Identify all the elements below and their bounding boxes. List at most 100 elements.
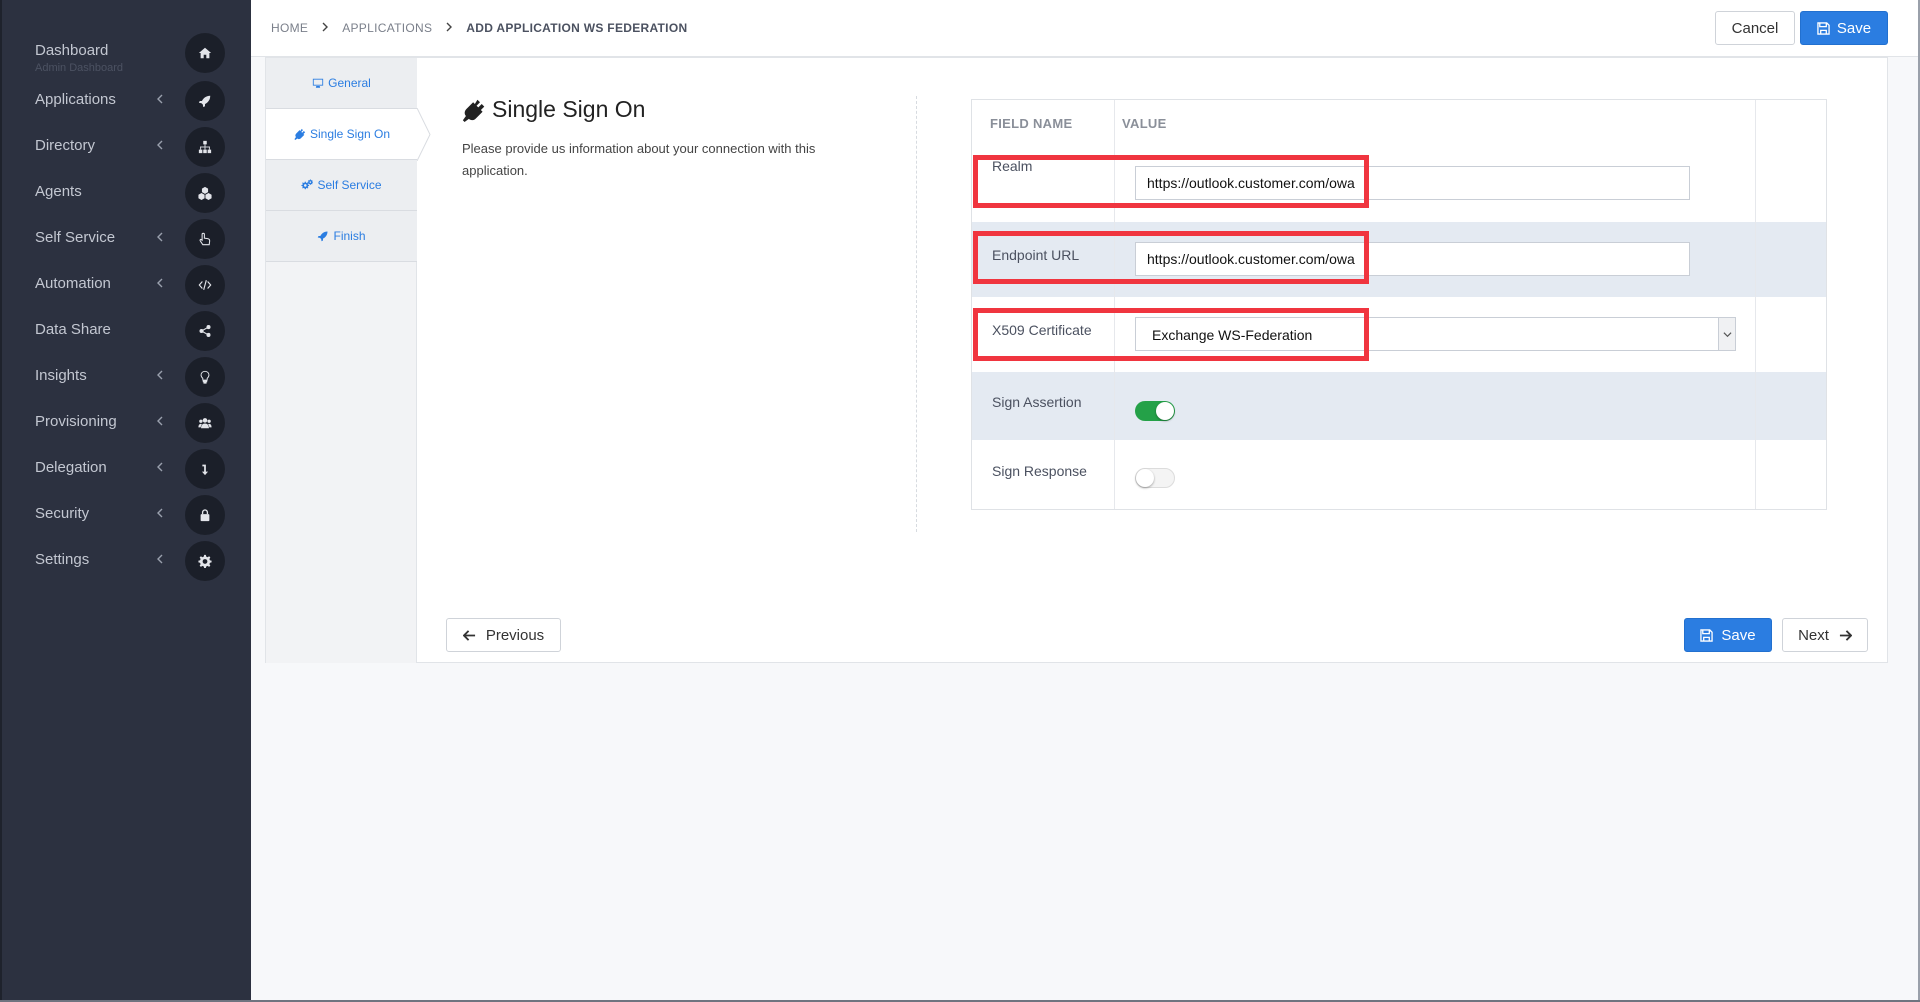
sidebar-item-settings[interactable]: Settings — [2, 539, 253, 585]
sidebar-item-label: Automation — [35, 275, 111, 292]
sidebar-item-automation[interactable]: Automation — [2, 263, 253, 309]
active-step-pointer — [417, 108, 431, 161]
sidebar-item-label: Settings — [35, 551, 90, 568]
breadcrumb-current: ADD APPLICATION WS FEDERATION — [466, 21, 688, 35]
plug-icon — [294, 128, 310, 140]
chevron-right-icon — [446, 21, 453, 35]
highlight-box-endpoint — [973, 231, 1369, 284]
sidebar-item-label: Agents — [35, 183, 82, 200]
column-divider — [1755, 100, 1756, 509]
sidebar-item-self-service[interactable]: Self Service — [2, 217, 253, 263]
highlight-box-realm — [973, 155, 1369, 208]
sitemap-icon — [185, 127, 225, 167]
cancel-button-label: Cancel — [1731, 19, 1779, 37]
sidebar-item-label: Security — [35, 505, 90, 522]
toggle-knob — [1136, 469, 1154, 487]
sign-assertion-toggle[interactable] — [1135, 401, 1175, 421]
breadcrumb-applications[interactable]: APPLICATIONS — [342, 21, 432, 35]
previous-button-label: Previous — [485, 626, 545, 644]
rocket-icon — [185, 81, 225, 121]
sidebar-item-security[interactable]: Security — [2, 493, 253, 539]
chevron-right-icon — [322, 21, 329, 35]
chevron-left-icon — [156, 276, 164, 290]
chevron-down-icon[interactable] — [1718, 318, 1735, 350]
breadcrumb-home[interactable]: HOME — [271, 21, 308, 35]
arrow-left-icon — [462, 629, 476, 642]
chevron-left-icon — [156, 506, 164, 520]
cubes-icon — [185, 173, 225, 213]
toggle-knob — [1156, 402, 1174, 420]
breadcrumb: HOME APPLICATIONS ADD APPLICATION WS FED… — [271, 21, 687, 35]
sidebar-item-agents[interactable]: Agents — [2, 171, 253, 217]
sidebar-item-directory[interactable]: Directory — [2, 125, 253, 171]
chevron-left-icon — [156, 230, 164, 244]
chevron-left-icon — [156, 138, 164, 152]
chevron-left-icon — [156, 414, 164, 428]
cogs-icon — [301, 179, 317, 191]
section-divider — [916, 96, 917, 532]
users-icon — [185, 403, 225, 443]
section-description: Please provide us information about your… — [462, 141, 816, 178]
next-button[interactable]: Next — [1782, 618, 1868, 652]
sidebar-item-label: Delegation — [35, 459, 107, 476]
page-title-text: Single Sign On — [492, 96, 646, 122]
footer-save-button-label: Save — [1721, 626, 1756, 644]
share-alt-icon — [185, 311, 225, 351]
previous-button[interactable]: Previous — [446, 618, 561, 652]
sign-assertion-label: Sign Assertion — [992, 394, 1082, 410]
top-bar: HOME APPLICATIONS ADD APPLICATION WS FED… — [251, 0, 1920, 57]
desktop-icon — [312, 77, 328, 89]
sidebar-item-label: Directory — [35, 137, 96, 154]
next-button-label: Next — [1798, 626, 1829, 644]
page-title: Single Sign On — [462, 96, 645, 123]
step-single-sign-on[interactable]: Single Sign On — [266, 109, 418, 160]
level-down-icon — [185, 449, 225, 489]
sidebar-item-sublabel: Admin Dashboard — [35, 62, 124, 74]
sidebar-item-label: Self Service — [35, 229, 116, 246]
footer-save-button[interactable]: Save — [1684, 618, 1772, 652]
sidebar-item-label: Insights — [35, 367, 87, 384]
table-row-sign-response: Sign Response — [972, 440, 1826, 509]
step-label: Self Service — [317, 178, 382, 192]
floppy-disk-icon — [1700, 628, 1714, 642]
chevron-left-icon — [156, 552, 164, 566]
step-label: Finish — [333, 229, 366, 243]
table-row-sign-assertion: Sign Assertion — [972, 372, 1826, 440]
step-self-service[interactable]: Self Service — [266, 160, 417, 211]
step-label: Single Sign On — [309, 127, 391, 141]
save-button[interactable]: Save — [1800, 11, 1888, 45]
step-finish[interactable]: Finish — [266, 211, 417, 262]
sidebar-item-dashboard[interactable]: Dashboard Admin Dashboard — [2, 30, 253, 76]
sidebar-item-provisioning[interactable]: Provisioning — [2, 401, 253, 447]
sidebar-item-label: Dashboard — [35, 42, 109, 59]
lock-icon — [185, 495, 225, 535]
hand-pointer-icon — [185, 219, 225, 259]
sidebar-item-label: Provisioning — [35, 413, 117, 430]
plug-icon — [462, 98, 492, 122]
highlight-box-certificate — [973, 308, 1369, 361]
step-label: General — [328, 76, 371, 90]
code-icon — [185, 265, 225, 305]
chevron-left-icon — [156, 92, 164, 106]
home-icon — [185, 33, 225, 73]
sidebar-item-applications[interactable]: Applications — [2, 79, 253, 125]
cancel-button[interactable]: Cancel — [1715, 11, 1795, 45]
chevron-left-icon — [156, 460, 164, 474]
column-header-field: FIELD NAME — [990, 116, 1073, 131]
sidebar-item-insights[interactable]: Insights — [2, 355, 253, 401]
wizard-steps: General Single Sign On Self Service Fini… — [266, 58, 418, 663]
arrow-right-icon — [1839, 629, 1852, 642]
save-button-label: Save — [1836, 19, 1872, 37]
lightbulb-icon — [185, 357, 225, 397]
rocket-icon — [317, 230, 333, 242]
wizard-card: General Single Sign On Self Service Fini… — [265, 57, 1888, 663]
column-header-value: VALUE — [1122, 116, 1167, 131]
sidebar-item-label: Data Share — [35, 321, 111, 338]
sidebar: Dashboard Admin Dashboard Applications D… — [0, 0, 251, 1002]
sidebar-item-data-share[interactable]: Data Share — [2, 309, 253, 355]
sign-response-toggle[interactable] — [1135, 468, 1175, 488]
step-general[interactable]: General — [266, 58, 417, 109]
sidebar-item-label: Applications — [35, 91, 116, 108]
gear-icon — [185, 541, 225, 581]
sidebar-item-delegation[interactable]: Delegation — [2, 447, 253, 493]
